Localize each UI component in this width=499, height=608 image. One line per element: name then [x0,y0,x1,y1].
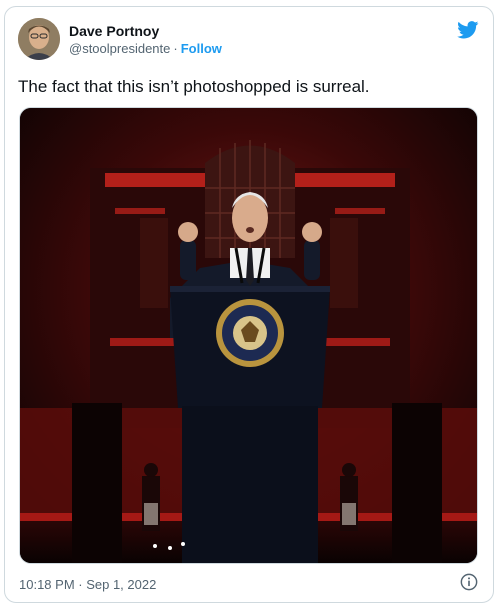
tweet-photo[interactable] [19,107,478,564]
photo-scene [20,108,477,563]
info-icon[interactable] [460,573,478,591]
tweet-card[interactable]: Dave Portnoy @stoolpresidente · Follow The… [4,6,494,603]
twitter-bird-icon[interactable] [457,21,479,39]
author-meta: @stoolpresidente · Follow [69,41,222,56]
tweet-timestamp[interactable]: 10:18 PM · Sep 1, 2022 [19,577,156,592]
avatar[interactable] [18,18,60,60]
author-handle[interactable]: @stoolpresidente [69,41,170,56]
tweet-text: The fact that this isn’t photoshopped is… [18,77,370,96]
separator: · [173,41,178,56]
avatar-image [18,18,60,60]
author-name[interactable]: Dave Portnoy [69,23,159,39]
follow-button[interactable]: Follow [181,41,222,56]
